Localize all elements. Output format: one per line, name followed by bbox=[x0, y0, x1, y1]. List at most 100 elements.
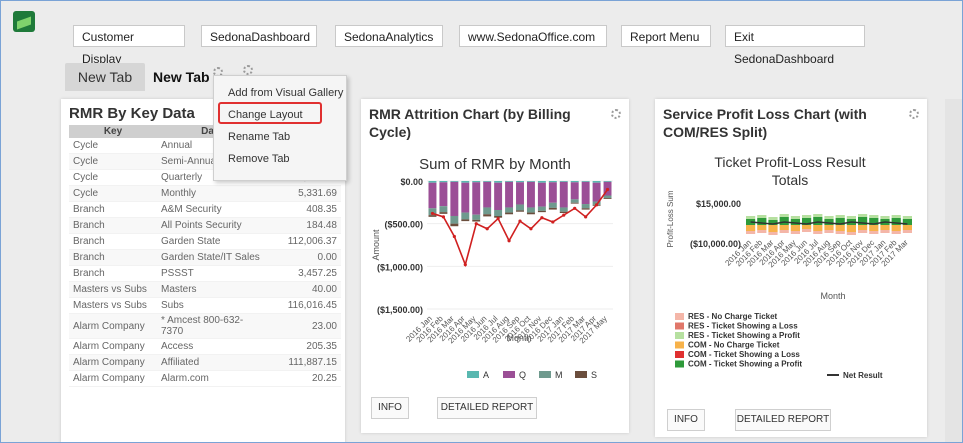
table-cell-data: * Amcest 800-632-7370 bbox=[157, 313, 267, 339]
table-row: Branch A&M Security 408.35 bbox=[69, 201, 341, 218]
bar-segment-Q bbox=[472, 182, 481, 215]
table-cell-key: Cycle bbox=[69, 185, 157, 202]
line-point bbox=[605, 187, 610, 192]
bar-res-profit bbox=[746, 216, 756, 219]
panel-settings-gear-icon[interactable] bbox=[909, 109, 919, 119]
customer-display-button[interactable]: Customer Display bbox=[73, 25, 185, 66]
line-point bbox=[573, 206, 577, 210]
bar-com-no-charge bbox=[746, 225, 756, 231]
sedona-logo-icon bbox=[13, 11, 35, 32]
bar-res-profit bbox=[757, 215, 767, 218]
legend-swatch bbox=[675, 360, 684, 368]
menu-item-rename-tab[interactable]: Rename Tab bbox=[214, 126, 346, 148]
profit-loss-chart: Ticket Profit-Loss Result Totals Profit-Lo… bbox=[663, 149, 917, 399]
legend-swatch bbox=[675, 313, 684, 320]
table-cell-value: 0.00 bbox=[267, 249, 341, 266]
y-tick-label: ($10,000.00) bbox=[690, 239, 741, 249]
bar-res-no-charge bbox=[858, 230, 868, 233]
line-point bbox=[463, 263, 467, 267]
info-button[interactable]: INFO bbox=[667, 409, 705, 431]
table-cell-value: 408.35 bbox=[267, 201, 341, 218]
bar-res-profit bbox=[846, 216, 856, 219]
y-axis-label: Profit-Loss Sum bbox=[666, 190, 675, 247]
vertical-scrollbar[interactable] bbox=[945, 99, 962, 442]
table-cell-value: 5,331.69 bbox=[267, 185, 341, 202]
table-row: Branch Garden State 112,006.37 bbox=[69, 233, 341, 250]
table-cell-key: Masters vs Subs bbox=[69, 281, 157, 298]
table-cell-key: Branch bbox=[69, 249, 157, 266]
menu-item-change-layout[interactable]: Change Layout bbox=[214, 102, 346, 126]
bar-segment-M bbox=[581, 204, 590, 209]
column-header-key: Key bbox=[69, 125, 157, 138]
sedona-dashboard-button[interactable]: SedonaDashboard bbox=[201, 25, 317, 47]
table-cell-value: 3,457.25 bbox=[267, 265, 341, 282]
table-cell-data: A&M Security bbox=[157, 201, 267, 218]
table-cell-key: Branch bbox=[69, 201, 157, 218]
rmr-attrition-chart: Sum of RMR by Month $0.00 ($500.00) ($1,000… bbox=[369, 149, 621, 389]
table-cell-key: Alarm Company bbox=[69, 354, 157, 371]
legend-swatch bbox=[575, 371, 587, 378]
table-cell-key: Cycle bbox=[69, 153, 157, 170]
bar-segment-M bbox=[494, 210, 503, 216]
table-row: Alarm Company * Amcest 800-632-7370 23.00 bbox=[69, 313, 341, 339]
chart-title-line1: Ticket Profit-Loss Result bbox=[714, 154, 865, 170]
legend-label: COM - Ticket Showing a Loss bbox=[688, 350, 800, 359]
line-point bbox=[529, 227, 533, 231]
table-cell-key: Masters vs Subs bbox=[69, 297, 157, 314]
bar-res-no-charge bbox=[880, 230, 890, 233]
bar-com-no-charge bbox=[891, 225, 901, 231]
detailed-report-button[interactable]: DETAILED REPORT bbox=[437, 397, 537, 419]
bar-res-no-charge bbox=[902, 230, 912, 233]
y-tick-label: $0.00 bbox=[400, 177, 423, 187]
legend-label: RES - No Charge Ticket bbox=[688, 312, 778, 321]
bar-res-no-charge bbox=[757, 230, 767, 233]
bar-segment-Q bbox=[494, 182, 503, 211]
bar-res-profit bbox=[813, 214, 823, 217]
table-cell-data: PSSST bbox=[157, 265, 267, 282]
y-tick-label: ($500.00) bbox=[384, 220, 423, 230]
tab-add-gear-icon[interactable] bbox=[243, 65, 253, 75]
table-cell-key: Alarm Company bbox=[69, 313, 157, 339]
legend-swatch bbox=[675, 322, 684, 330]
bar-com-no-charge bbox=[835, 225, 845, 231]
bar-res-no-charge bbox=[746, 231, 756, 234]
panel-settings-gear-icon[interactable] bbox=[611, 109, 621, 119]
menu-item-remove-tab[interactable]: Remove Tab bbox=[214, 148, 346, 170]
sedona-analytics-button[interactable]: SedonaAnalytics bbox=[335, 25, 443, 47]
bar-com-no-charge bbox=[757, 225, 767, 230]
line-point bbox=[441, 215, 446, 219]
table-cell-value: 184.48 bbox=[267, 217, 341, 234]
bar-segment-S bbox=[439, 212, 448, 214]
line-point bbox=[485, 227, 489, 231]
table-cell-value: 20.25 bbox=[267, 370, 341, 387]
detailed-report-button[interactable]: DETAILED REPORT bbox=[735, 409, 831, 431]
legend-swatch bbox=[675, 351, 684, 358]
table-cell-key: Alarm Company bbox=[69, 338, 157, 355]
tab-context-menu: Add from Visual Gallery Change Layout Re… bbox=[213, 75, 347, 181]
sedona-office-link-button[interactable]: www.SedonaOffice.com bbox=[459, 25, 607, 47]
bar-segment-Q bbox=[439, 182, 448, 207]
bar-com-no-charge bbox=[902, 225, 912, 230]
bar-segment-S bbox=[505, 212, 514, 215]
info-button[interactable]: INFO bbox=[371, 397, 409, 419]
exit-sedona-dashboard-button[interactable]: Exit SedonaDashboard bbox=[725, 25, 865, 66]
bar-segment-Q bbox=[428, 182, 437, 209]
line-point bbox=[594, 203, 599, 207]
legend-label: RES - Ticket Showing a Loss bbox=[688, 322, 798, 331]
report-menu-button[interactable]: Report Menu bbox=[621, 25, 711, 47]
chart-title-line2: Totals bbox=[772, 172, 809, 188]
bar-segment-A bbox=[592, 181, 601, 183]
table-cell-value: 111,887.15 bbox=[267, 354, 341, 371]
bar-segment-Q bbox=[537, 182, 546, 207]
tab-new-tab-1[interactable]: New Tab bbox=[65, 63, 145, 91]
bar-segment-S bbox=[461, 219, 470, 222]
table-row: Branch All Points Security 184.48 bbox=[69, 217, 341, 234]
bar-segment-M bbox=[559, 207, 568, 212]
bar-res-profit bbox=[779, 214, 789, 217]
service-profit-loss-panel: Service Profit Loss Chart (with COM/RES … bbox=[655, 99, 927, 437]
bar-segment-Q bbox=[570, 182, 579, 200]
bar-com-no-charge bbox=[880, 225, 890, 230]
bar-res-profit bbox=[858, 214, 868, 217]
menu-item-add-from-visual-gallery[interactable]: Add from Visual Gallery bbox=[214, 82, 346, 104]
bar-segment-M bbox=[472, 214, 481, 220]
